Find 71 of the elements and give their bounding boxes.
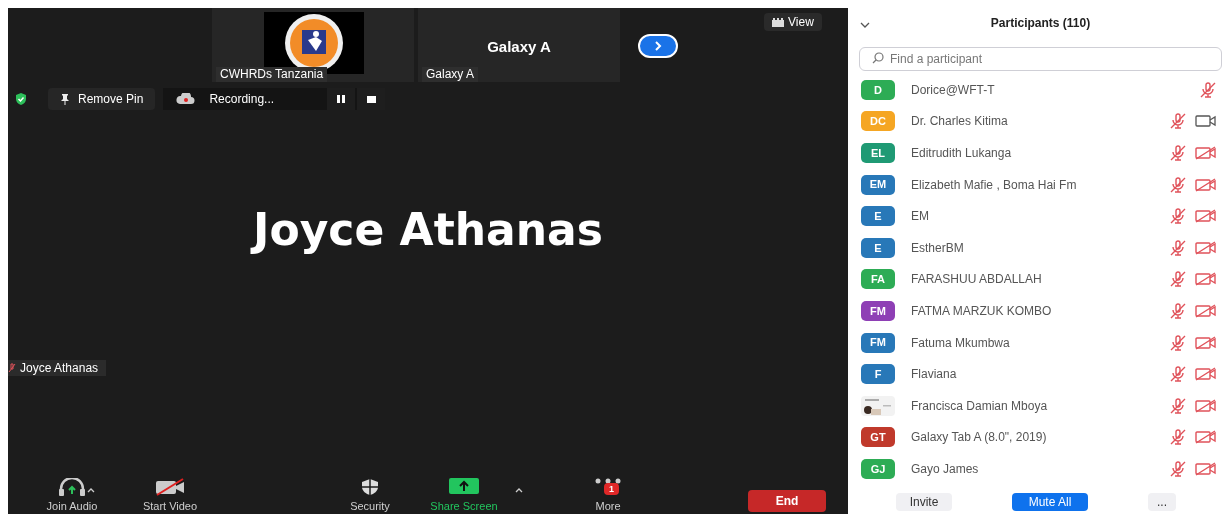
- participant-row[interactable]: E EstherBM: [858, 231, 1223, 264]
- participant-name: Editrudith Lukanga: [911, 145, 1013, 162]
- panel-button[interactable]: Mute All: [1012, 492, 1088, 511]
- participant-row[interactable]: EM Elizabeth Mafie , Boma Hai Fm: [858, 168, 1223, 201]
- search-icon: [872, 52, 884, 64]
- panel-button[interactable]: Invite: [896, 492, 952, 511]
- participant-name: Elizabeth Mafie , Boma Hai Fm: [911, 176, 1078, 194]
- search-field[interactable]: Find a participant: [859, 47, 1222, 71]
- avatar: EL: [861, 143, 895, 163]
- toolbar-button[interactable]: Join Audio: [28, 478, 116, 512]
- speaker-name: Joyce Athanas: [8, 204, 848, 256]
- participant-row[interactable]: FM Fatuma Mkumbwa: [858, 326, 1223, 359]
- avatar: FM: [861, 332, 895, 353]
- participant-name: EM: [911, 208, 930, 226]
- recording-label: Recording...: [209, 91, 276, 108]
- avatar: GJ: [861, 458, 895, 479]
- shield-icon: [14, 92, 28, 106]
- stop-icon: [366, 95, 376, 103]
- toolbar-button[interactable]: Share Screen: [420, 478, 508, 512]
- tile-label: Galaxy A: [422, 67, 479, 82]
- chevron-down-icon: [860, 22, 870, 28]
- avatar: F: [861, 364, 895, 385]
- toolbar-button[interactable]: Start Video: [126, 478, 214, 512]
- avatar: E: [861, 206, 895, 227]
- participant-row[interactable]: E EM: [858, 200, 1223, 232]
- participant-row[interactable]: F Flaviana: [858, 358, 1223, 390]
- chevron-right-icon: [653, 40, 663, 52]
- speaker-tag-label: Joyce Athanas: [20, 360, 99, 377]
- participant-name: Fatuma Mkumbwa: [911, 334, 1011, 352]
- participant-name: Flaviana: [911, 366, 958, 384]
- participant-row[interactable]: GJ Gayo James: [858, 453, 1223, 485]
- view-button[interactable]: View: [764, 13, 822, 31]
- panel-title: Participants (110): [990, 15, 1091, 32]
- participant-name: FARASHUU ABDALLAH: [911, 271, 1043, 289]
- next-page-button[interactable]: [638, 34, 678, 58]
- avatar: FA: [861, 269, 895, 290]
- avatar: E: [861, 237, 895, 258]
- participant-name: Galaxy Tab A (8.0", 2019): [911, 429, 1048, 447]
- pause-icon: [337, 95, 346, 103]
- participant-name: Dr. Charles Kitima: [911, 113, 1009, 131]
- participant-row[interactable]: Francisca Damian Mboya: [858, 389, 1223, 422]
- pin-icon: [60, 93, 70, 105]
- participant-name: Gayo James: [911, 460, 980, 478]
- participant-name: FATMA MARZUK KOMBO: [911, 302, 1053, 320]
- participant-row[interactable]: FA FARASHUU ABDALLAH: [858, 263, 1223, 296]
- participant-name: EstherBM: [911, 239, 965, 257]
- end-button[interactable]: End: [748, 490, 826, 512]
- participant-row[interactable]: DC Dr. Charles Kitima: [858, 105, 1223, 138]
- participant-row[interactable]: GT Galaxy Tab A (8.0", 2019): [858, 421, 1223, 454]
- camera-off-icon: [154, 478, 186, 496]
- participant-row[interactable]: D Dorice@WFT-T: [858, 74, 1223, 106]
- avatar: DC: [861, 111, 895, 132]
- more-icon: [595, 478, 621, 484]
- headphones-icon: [57, 478, 87, 496]
- participant-name: Francisca Damian Mboya: [911, 397, 1049, 415]
- panel-button[interactable]: ...: [1148, 492, 1176, 511]
- share-screen-icon: [449, 478, 479, 494]
- toolbar-button[interactable]: Security: [326, 478, 414, 512]
- notification-badge: 1: [604, 483, 619, 495]
- participant-name: Dorice@WFT-T: [911, 81, 996, 99]
- participant-row[interactable]: FM FATMA MARZUK KOMBO: [858, 295, 1223, 327]
- grid-icon: [772, 17, 784, 27]
- avatar: D: [861, 79, 895, 100]
- shield-icon: [359, 478, 381, 496]
- tile-label: CWHRDs Tanzania: [216, 67, 328, 82]
- avatar: FM: [861, 300, 895, 321]
- avatar: GT: [861, 427, 895, 448]
- remove-pin-button[interactable]: Remove Pin: [48, 88, 156, 110]
- tile-name: Galaxy A: [486, 37, 552, 57]
- participant-row[interactable]: EL Editrudith Lukanga: [858, 137, 1223, 169]
- avatar: EM: [861, 174, 895, 195]
